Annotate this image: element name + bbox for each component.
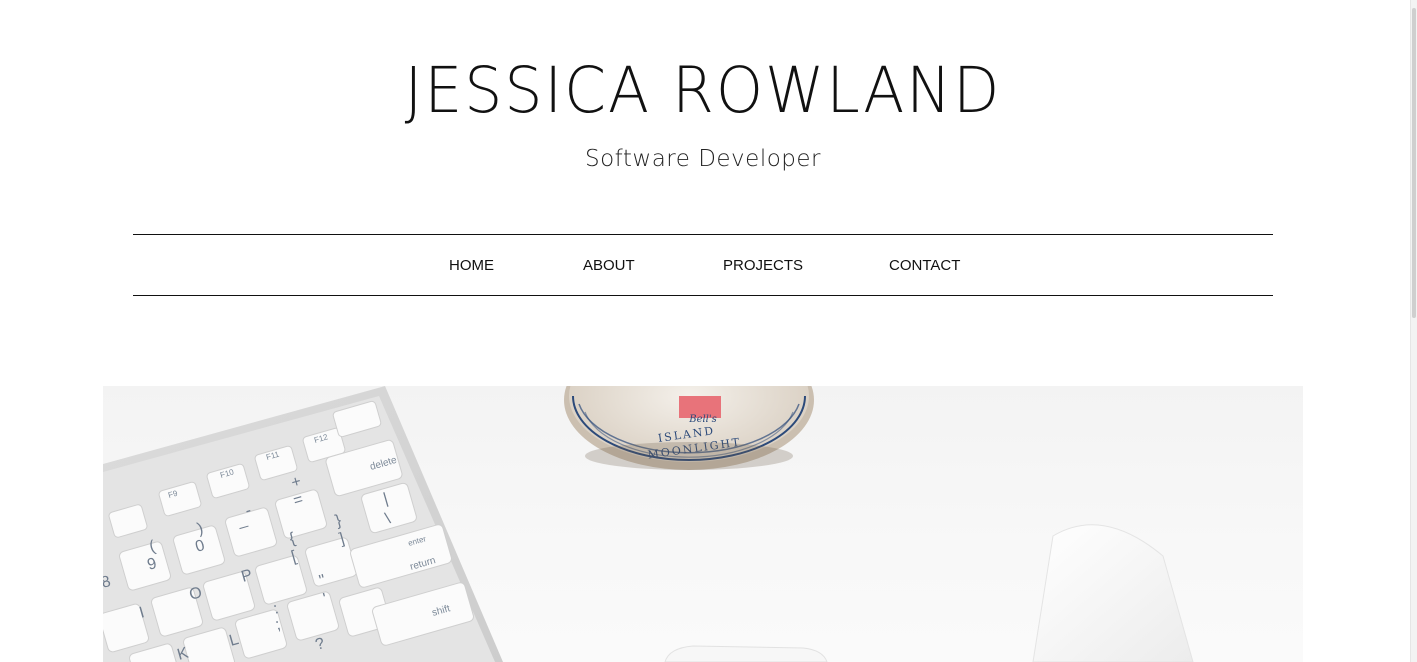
mug: Bell's ISLAND MOONLIGHT [564, 386, 814, 470]
nav-about-link[interactable]: ABOUT [583, 257, 635, 274]
site-title: JESSICA ROWLAND [404, 54, 1002, 128]
nav-home-link[interactable]: HOME [449, 257, 494, 274]
hero-photo-illustration: delete enter return shift F12 F11 F10 F9… [103, 386, 1194, 662]
main-navigation: HOME ABOUT PROJECTS CONTACT [133, 234, 1273, 296]
page-scrollbar[interactable] [1410, 0, 1417, 662]
nav-contact-link[interactable]: CONTACT [889, 257, 960, 274]
keyboard: delete enter return shift F12 F11 F10 F9… [103, 386, 503, 662]
mouse [1032, 524, 1194, 662]
hero-image: delete enter return shift F12 F11 F10 F9… [103, 386, 1303, 662]
nav-projects-link[interactable]: PROJECTS [723, 257, 803, 274]
scroll-thumb[interactable] [1412, 8, 1416, 318]
phone-edge [664, 645, 828, 662]
site-subtitle: Software Developer [585, 146, 821, 172]
